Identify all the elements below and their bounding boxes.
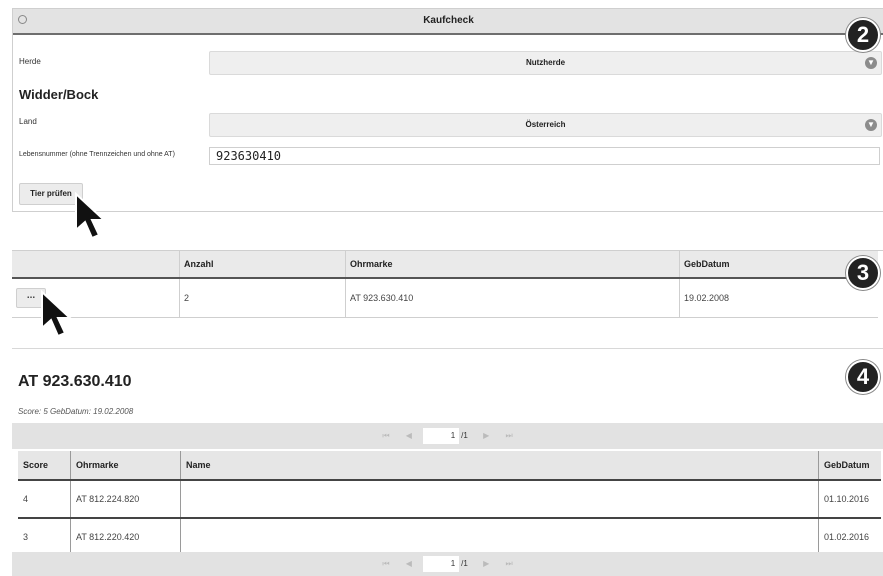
gebdatum-cell: 19.02.2008 bbox=[679, 278, 878, 318]
gebdatum-cell: 01.02.2016 bbox=[818, 518, 881, 557]
col-header-ohrmarke: Ohrmarke bbox=[345, 251, 680, 279]
result-table-header: Anzahl Ohrmarke GebDatum bbox=[12, 251, 878, 279]
col-header-name: Name bbox=[180, 451, 819, 481]
lebensnummer-label: Lebensnummer (ohne Trennzeichen und ohne… bbox=[19, 151, 175, 158]
last-page-icon[interactable]: ⏭ bbox=[505, 559, 512, 568]
detail-table: Score Ohrmarke Name GebDatum 4 AT 812.22… bbox=[18, 451, 881, 557]
first-page-icon[interactable]: ⏮ bbox=[382, 559, 389, 568]
table-row[interactable]: ... 2 AT 923.630.410 19.02.2008 bbox=[12, 278, 878, 318]
name-cell bbox=[180, 518, 819, 557]
score-cell: 3 bbox=[18, 518, 71, 557]
prev-page-icon[interactable]: ◀ bbox=[406, 559, 412, 568]
action-cell: ... bbox=[12, 278, 180, 318]
next-page-icon[interactable]: ▶ bbox=[483, 431, 489, 440]
land-select[interactable]: Österreich ▼ bbox=[209, 113, 882, 137]
prev-page-icon[interactable]: ◀ bbox=[406, 431, 412, 440]
result-panel: Anzahl Ohrmarke GebDatum ... 2 AT 923.63… bbox=[12, 250, 883, 318]
chevron-down-icon: ▼ bbox=[865, 119, 877, 131]
mouse-pointer-icon bbox=[41, 290, 73, 338]
pager-top: ⏮ ◀ 1/1 ▶ ⏭ bbox=[12, 423, 883, 449]
page-input[interactable]: 1 bbox=[423, 555, 460, 572]
result-table: Anzahl Ohrmarke GebDatum ... 2 AT 923.63… bbox=[12, 251, 878, 318]
kaufcheck-title: Kaufcheck bbox=[423, 15, 474, 26]
herde-label: Herde bbox=[19, 57, 41, 66]
mouse-pointer-icon bbox=[75, 192, 107, 240]
gebdatum-cell: 01.10.2016 bbox=[818, 480, 881, 519]
land-label: Land bbox=[19, 117, 37, 126]
ohrmarke-cell: AT 812.220.420 bbox=[70, 518, 181, 557]
col-header-gebdatum: GebDatum bbox=[818, 451, 881, 481]
next-page-icon[interactable]: ▶ bbox=[483, 559, 489, 568]
step-badge-2: 2 bbox=[846, 18, 880, 52]
table-row[interactable]: 3 AT 812.220.420 01.02.2016 bbox=[18, 518, 881, 557]
kaufcheck-panel: Kaufcheck Herde Nutzherde ▼ Widder/Bock … bbox=[12, 8, 883, 212]
name-cell bbox=[180, 480, 819, 519]
page-total: /1 bbox=[461, 559, 468, 568]
circle-icon bbox=[18, 15, 27, 24]
page-total: /1 bbox=[461, 431, 468, 440]
score-cell: 4 bbox=[18, 480, 71, 519]
pager-bottom: ⏮ ◀ 1/1 ▶ ⏭ bbox=[12, 552, 883, 576]
col-header-anzahl: Anzahl bbox=[179, 251, 346, 279]
col-header-ohrmarke: Ohrmarke bbox=[70, 451, 181, 481]
anzahl-cell: 2 bbox=[179, 278, 346, 318]
lebensnummer-input[interactable]: 923630410 bbox=[209, 147, 880, 165]
table-row[interactable]: 4 AT 812.224.820 01.10.2016 bbox=[18, 480, 881, 519]
herde-select[interactable]: Nutzherde ▼ bbox=[209, 51, 882, 75]
step-badge-4: 4 bbox=[846, 360, 880, 394]
last-page-icon[interactable]: ⏭ bbox=[505, 431, 512, 440]
step-badge-3: 3 bbox=[846, 256, 880, 290]
chevron-down-icon: ▼ bbox=[865, 57, 877, 69]
herde-select-value: Nutzherde bbox=[525, 58, 566, 67]
widder-bock-heading: Widder/Bock bbox=[19, 87, 99, 102]
detail-title: AT 923.630.410 bbox=[18, 373, 132, 390]
detail-subinfo: Score: 5 GebDatum: 19.02.2008 bbox=[18, 407, 134, 416]
ohrmarke-cell: AT 812.224.820 bbox=[70, 480, 181, 519]
ohrmarke-cell: AT 923.630.410 bbox=[345, 278, 680, 318]
page-input[interactable]: 1 bbox=[423, 427, 460, 444]
col-header-score: Score bbox=[18, 451, 71, 481]
detail-table-header: Score Ohrmarke Name GebDatum bbox=[18, 451, 881, 481]
first-page-icon[interactable]: ⏮ bbox=[382, 431, 389, 440]
land-select-value: Österreich bbox=[525, 120, 566, 129]
col-header-action bbox=[12, 251, 180, 279]
detail-panel: AT 923.630.410 Score: 5 GebDatum: 19.02.… bbox=[12, 348, 883, 576]
kaufcheck-titlebar: Kaufcheck bbox=[13, 9, 883, 35]
